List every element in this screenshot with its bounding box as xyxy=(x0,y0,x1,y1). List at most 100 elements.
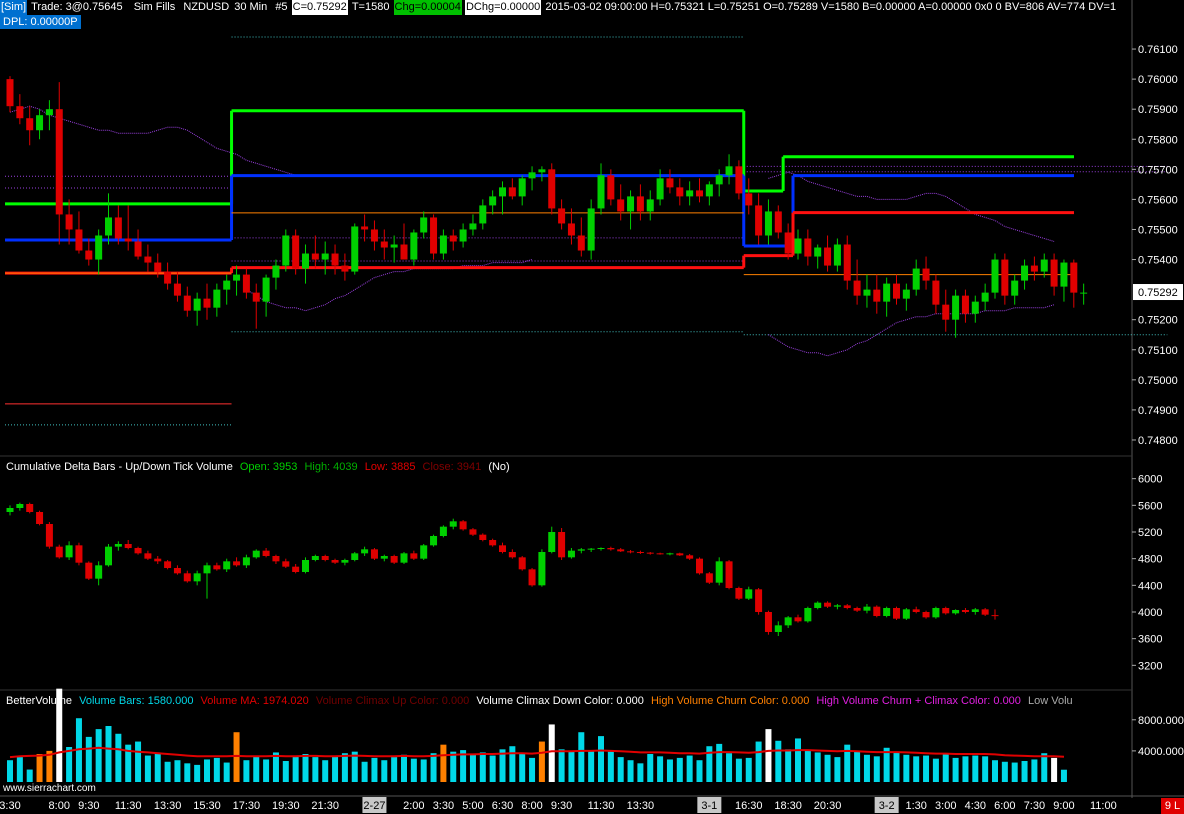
price-candle-body xyxy=(794,238,802,254)
volume-bar xyxy=(666,759,673,782)
volume-bar xyxy=(824,754,831,782)
delta-bar xyxy=(607,546,615,551)
price-axis-label: 0.75500 xyxy=(1138,224,1178,236)
delta-bar xyxy=(627,550,635,554)
price-candle xyxy=(459,223,467,248)
price-candle-body xyxy=(114,217,122,239)
price-candle xyxy=(676,178,684,206)
date-marker-label: 3-1 xyxy=(701,800,717,812)
price-candle-body xyxy=(85,250,93,260)
price-candle-body xyxy=(508,187,516,197)
volume-bar xyxy=(7,760,13,782)
delta-bar-body xyxy=(439,526,447,536)
cd-no: (No) xyxy=(488,461,510,473)
volume-bar xyxy=(469,754,476,782)
delta-axis-label: 4000 xyxy=(1138,607,1162,619)
delta-bar xyxy=(971,608,979,615)
price-candle-body xyxy=(75,229,83,251)
delta-bar xyxy=(302,557,309,574)
time-axis-label: 6:00 xyxy=(994,800,1015,812)
price-candle-body xyxy=(331,253,339,266)
trades-value: T=1580 xyxy=(351,1,390,13)
delta-bar-body xyxy=(656,553,664,555)
volume-bar xyxy=(775,740,782,782)
price-axis-label: 0.75400 xyxy=(1138,255,1178,267)
price-candle-body xyxy=(439,235,447,254)
delta-bar-body xyxy=(696,558,703,574)
price-candle xyxy=(1021,259,1029,290)
price-candle xyxy=(528,166,536,191)
price-candle xyxy=(26,106,34,146)
price-candle xyxy=(430,214,438,260)
fills-label: Sim Fills xyxy=(133,1,176,13)
delta-axis-label: 6000 xyxy=(1138,474,1162,486)
delta-bar-body xyxy=(183,573,191,582)
value-area-upper xyxy=(9,105,296,176)
price-candle-body xyxy=(912,268,920,290)
sierrachart-credit[interactable]: www.sierrachart.com xyxy=(3,783,96,794)
price-candle-body xyxy=(370,229,378,242)
delta-bar xyxy=(282,558,290,568)
price-candle xyxy=(538,166,546,182)
delta-bar xyxy=(449,518,457,530)
volume-bar xyxy=(745,757,752,782)
price-candle-body xyxy=(351,226,359,272)
price-candle xyxy=(95,229,103,275)
delta-bar xyxy=(705,572,713,584)
bv-climax-up: Volume Climax Up Color: 0.000 xyxy=(315,695,470,707)
delta-bar xyxy=(991,609,999,620)
volume-bar xyxy=(992,760,998,782)
account-label[interactable]: [Sim] xyxy=(0,0,28,15)
better-volume-title: BetterVolume Volume Bars: 1580.000 Volum… xyxy=(6,694,1136,708)
price-candle-body xyxy=(489,196,497,206)
volume-bar xyxy=(223,762,230,782)
price-candle-body xyxy=(833,244,841,266)
price-candle xyxy=(784,223,792,260)
chart-canvas: 0.76100 0.76000 0.75900 0.75800 0.75700 0.756… xyxy=(0,0,1184,813)
delta-bar-body xyxy=(636,552,644,553)
price-candle xyxy=(341,253,349,281)
delta-bar xyxy=(893,606,900,620)
delta-bar-body xyxy=(154,558,162,562)
delta-bar-body xyxy=(223,561,231,570)
price-candle-body xyxy=(873,289,881,302)
volume-bar xyxy=(1060,769,1067,782)
price-candle-body xyxy=(154,262,162,272)
delta-bar xyxy=(518,556,526,571)
price-candle xyxy=(627,190,635,230)
delta-bar xyxy=(932,606,940,619)
price-candle-body xyxy=(666,178,674,188)
nine-l-badge[interactable]: 9 L xyxy=(1161,798,1184,814)
price-candle-body xyxy=(863,289,871,296)
delta-bar-body xyxy=(981,609,989,615)
price-candle xyxy=(696,178,703,203)
volume-bar xyxy=(696,760,703,782)
price-candle xyxy=(745,178,753,215)
delta-bar-body xyxy=(567,550,575,558)
delta-bar-body xyxy=(883,608,891,616)
volume-bar xyxy=(923,755,930,782)
price-candle-body xyxy=(213,289,221,308)
volume-bar xyxy=(282,761,289,782)
price-candle xyxy=(6,76,14,113)
time-axis-label: 1:30 xyxy=(905,800,926,812)
volume-bar xyxy=(863,754,870,782)
price-candle xyxy=(390,235,398,263)
delta-bar xyxy=(981,608,989,616)
delta-bar xyxy=(262,548,270,558)
time-axis-label: 9:30 xyxy=(78,800,99,812)
price-candle xyxy=(183,286,191,317)
price-candle-body xyxy=(597,175,605,209)
timeframe-label: 30 Min xyxy=(234,1,268,13)
price-candle xyxy=(883,277,891,317)
price-candle-body xyxy=(6,79,14,107)
volume-bar xyxy=(204,759,210,782)
delta-bar-body xyxy=(764,612,772,632)
price-candle xyxy=(587,199,595,260)
volume-bar xyxy=(942,753,949,782)
price-candle-body xyxy=(971,301,979,314)
delta-bar-body xyxy=(144,553,152,559)
delta-bar xyxy=(183,570,191,583)
delta-bar xyxy=(351,552,359,562)
volume-axis-label: 8000.000 xyxy=(1138,715,1184,727)
